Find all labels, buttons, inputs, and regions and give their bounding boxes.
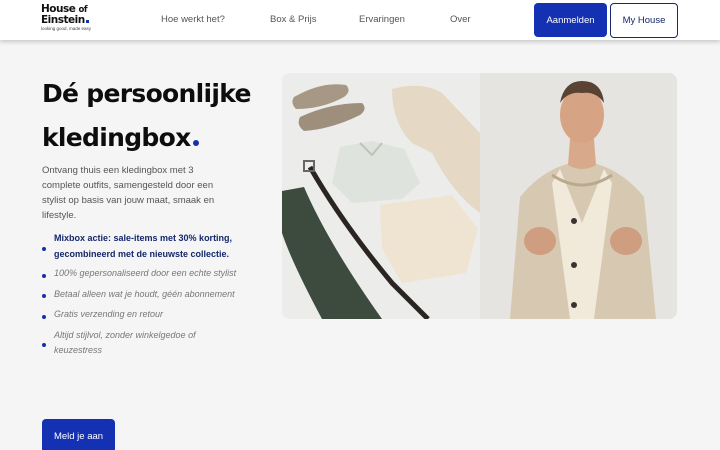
usp-always-stylish: Altijd stijlvol, zonder winkelgedoe of k…: [42, 328, 242, 359]
hero-illustration: [282, 73, 677, 319]
usp-list: Mixbox actie: sale-items met 30% korting…: [42, 231, 242, 364]
nav-item-about[interactable]: Over: [450, 14, 471, 25]
usp-promo: Mixbox actie: sale-items met 30% korting…: [42, 231, 242, 262]
usp-pay-what-you-keep: Betaal alleen wat je houdt, géén abonnem…: [42, 287, 242, 303]
nav-item-reviews[interactable]: Ervaringen: [359, 14, 405, 25]
hero-image: [282, 73, 677, 319]
site-header: House of Einstein looking good, made eas…: [0, 0, 720, 40]
intro-text: Ontvang thuis een kledingbox met 3 compl…: [42, 165, 215, 221]
title-line-1: Dé persoonlijke: [42, 79, 251, 108]
login-button[interactable]: Aanmelden: [534, 3, 607, 37]
logo[interactable]: House of Einstein looking good, made eas…: [41, 4, 101, 31]
signup-button[interactable]: Meld je aan: [42, 419, 115, 450]
page-title: Dé persoonlijke kledingbox: [42, 72, 282, 160]
usp-free-shipping: Gratis verzending en retour: [42, 307, 242, 323]
title-line-2: kledingbox: [42, 123, 191, 152]
nav-item-box-price[interactable]: Box & Prijs: [270, 14, 316, 25]
usp-personalised: 100% gepersonaliseerd door een echte sty…: [42, 266, 242, 282]
logo-tagline: looking good, made easy: [41, 26, 92, 31]
logo-dot: [85, 20, 89, 23]
logo-text-einstein: Einstein: [41, 14, 85, 26]
title-dot: [192, 140, 199, 146]
my-house-button[interactable]: My House: [610, 3, 678, 38]
nav-item-how-it-works[interactable]: Hoe werkt het?: [161, 14, 225, 25]
